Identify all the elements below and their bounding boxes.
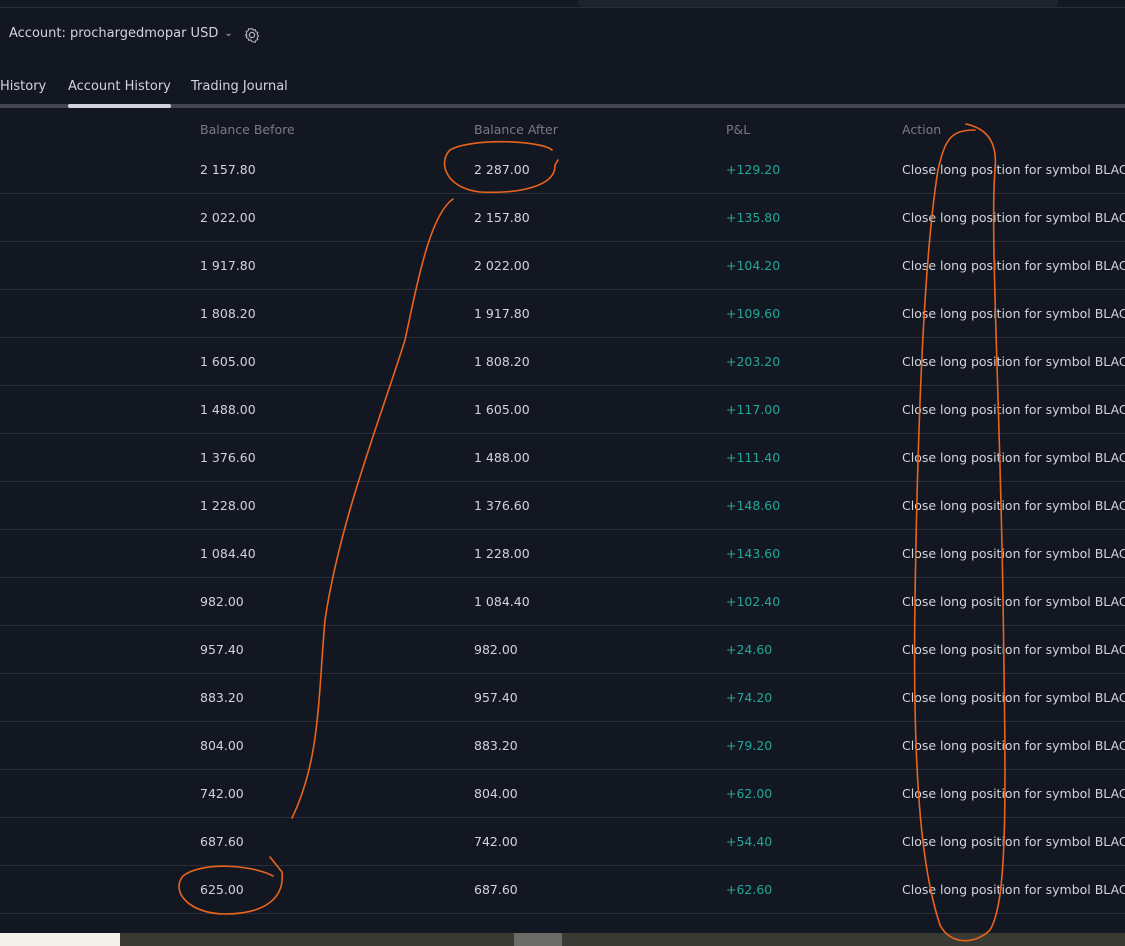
pnl-cell: +24.60: [726, 642, 773, 657]
balance-before-cell: 1 605.00: [200, 354, 256, 369]
balance-after-cell: 957.40: [474, 690, 518, 705]
balance-before-cell: 1 084.40: [200, 546, 256, 561]
balance-before-cell: 982.00: [200, 594, 244, 609]
balance-before-cell: 1 228.00: [200, 498, 256, 513]
pnl-cell: +109.60: [726, 306, 781, 321]
balance-after-cell: 804.00: [474, 786, 518, 801]
action-cell: Close long position for symbol BLAC: [902, 786, 1125, 801]
pnl-cell: +102.40: [726, 594, 781, 609]
balance-before-cell: 1 808.20: [200, 306, 256, 321]
tab-bar: History Account History Trading Journal: [0, 78, 1125, 108]
balance-before-cell: 804.00: [200, 738, 244, 753]
table-row[interactable]: 1 808.20 1 917.80 +109.60 Close long positi…: [0, 290, 1125, 338]
balance-after-cell: 1 808.20: [474, 354, 530, 369]
action-cell: Close long position for symbol BLAC: [902, 546, 1125, 561]
action-cell: Close long position for symbol BLAC: [902, 738, 1125, 753]
action-cell: Close long position for symbol BLAC: [902, 450, 1125, 465]
balance-after-cell: 883.20: [474, 738, 518, 753]
pnl-cell: +74.20: [726, 690, 773, 705]
column-header-action[interactable]: Action: [902, 122, 941, 137]
balance-before-cell: 883.20: [200, 690, 244, 705]
action-cell: Close long position for symbol BLAC: [902, 354, 1125, 369]
table-row[interactable]: 804.00 883.20 +79.20 Close long position fo…: [0, 722, 1125, 770]
table-row[interactable]: 883.20 957.40 +74.20 Close long position fo…: [0, 674, 1125, 722]
table-row[interactable]: 2 157.80 2 287.00 +129.20 Close long positi…: [0, 146, 1125, 194]
column-header-balance-after[interactable]: Balance After: [474, 122, 558, 137]
taskbar-strip: [0, 933, 1125, 946]
gear-icon[interactable]: [243, 26, 261, 44]
pnl-cell: +203.20: [726, 354, 781, 369]
balance-after-cell: 1 488.00: [474, 450, 530, 465]
action-cell: Close long position for symbol BLAC: [902, 162, 1125, 177]
action-cell: Close long position for symbol BLAC: [902, 402, 1125, 417]
pnl-cell: +143.60: [726, 546, 781, 561]
balance-after-cell: 1 605.00: [474, 402, 530, 417]
action-cell: Close long position for symbol BLAC: [902, 258, 1125, 273]
table-row[interactable]: 2 022.00 2 157.80 +135.80 Close long positi…: [0, 194, 1125, 242]
table-row[interactable]: 957.40 982.00 +24.60 Close long position fo…: [0, 626, 1125, 674]
pnl-cell: +111.40: [726, 450, 781, 465]
top-bar: [0, 0, 1125, 8]
action-cell: Close long position for symbol BLAC: [902, 690, 1125, 705]
pnl-cell: +62.60: [726, 882, 773, 897]
balance-after-cell: 2 287.00: [474, 162, 530, 177]
pnl-cell: +135.80: [726, 210, 781, 225]
chevron-down-icon: ⌄: [224, 28, 233, 39]
account-selector[interactable]: Account: prochargedmopar USD ⌄: [9, 26, 233, 41]
balance-before-cell: 687.60: [200, 834, 244, 849]
balance-before-cell: 742.00: [200, 786, 244, 801]
balance-after-cell: 1 084.40: [474, 594, 530, 609]
pnl-cell: +104.20: [726, 258, 781, 273]
pnl-cell: +62.00: [726, 786, 773, 801]
pnl-cell: +117.00: [726, 402, 781, 417]
table-row[interactable]: 1 376.60 1 488.00 +111.40 Close long positi…: [0, 434, 1125, 482]
balance-after-cell: 687.60: [474, 882, 518, 897]
balance-before-cell: 957.40: [200, 642, 244, 657]
account-label: Account: prochargedmopar USD: [9, 26, 219, 41]
action-cell: Close long position for symbol BLAC: [902, 642, 1125, 657]
balance-after-cell: 982.00: [474, 642, 518, 657]
balance-after-cell: 742.00: [474, 834, 518, 849]
balance-before-cell: 2 157.80: [200, 162, 256, 177]
table-row[interactable]: 982.00 1 084.40 +102.40 Close long position…: [0, 578, 1125, 626]
table-row[interactable]: 1 228.00 1 376.60 +148.60 Close long positi…: [0, 482, 1125, 530]
balance-after-cell: 1 376.60: [474, 498, 530, 513]
pnl-cell: +54.40: [726, 834, 773, 849]
action-cell: Close long position for symbol BLAC: [902, 306, 1125, 321]
pnl-cell: +129.20: [726, 162, 781, 177]
table-row[interactable]: 1 488.00 1 605.00 +117.00 Close long positi…: [0, 386, 1125, 434]
action-cell: Close long position for symbol BLAC: [902, 210, 1125, 225]
balance-before-cell: 1 376.60: [200, 450, 256, 465]
balance-after-cell: 2 022.00: [474, 258, 530, 273]
table-row[interactable]: 742.00 804.00 +62.00 Close long position fo…: [0, 770, 1125, 818]
column-header-balance-before[interactable]: Balance Before: [200, 122, 295, 137]
balance-after-cell: 1 228.00: [474, 546, 530, 561]
table-row[interactable]: 1 605.00 1 808.20 +203.20 Close long positi…: [0, 338, 1125, 386]
balance-before-cell: 2 022.00: [200, 210, 256, 225]
tab-trading-journal[interactable]: Trading Journal: [191, 78, 288, 104]
balance-after-cell: 2 157.80: [474, 210, 530, 225]
action-cell: Close long position for symbol BLAC: [902, 594, 1125, 609]
action-cell: Close long position for symbol BLAC: [902, 498, 1125, 513]
balance-after-cell: 1 917.80: [474, 306, 530, 321]
column-header-pnl[interactable]: P&L: [726, 122, 750, 137]
table-row[interactable]: 625.00 687.60 +62.60 Close long position fo…: [0, 866, 1125, 914]
pnl-cell: +79.20: [726, 738, 773, 753]
search-box[interactable]: [578, 0, 1058, 7]
table-row[interactable]: 1 084.40 1 228.00 +143.60 Close long positi…: [0, 530, 1125, 578]
balance-before-cell: 1 488.00: [200, 402, 256, 417]
table-row[interactable]: 687.60 742.00 +54.40 Close long position fo…: [0, 818, 1125, 866]
action-cell: Close long position for symbol BLAC: [902, 834, 1125, 849]
pnl-cell: +148.60: [726, 498, 781, 513]
balance-before-cell: 1 917.80: [200, 258, 256, 273]
tab-account-history[interactable]: Account History: [68, 78, 171, 108]
tab-history[interactable]: History: [0, 78, 46, 104]
action-cell: Close long position for symbol BLAC: [902, 882, 1125, 897]
table-row[interactable]: 1 917.80 2 022.00 +104.20 Close long positi…: [0, 242, 1125, 290]
balance-before-cell: 625.00: [200, 882, 244, 897]
